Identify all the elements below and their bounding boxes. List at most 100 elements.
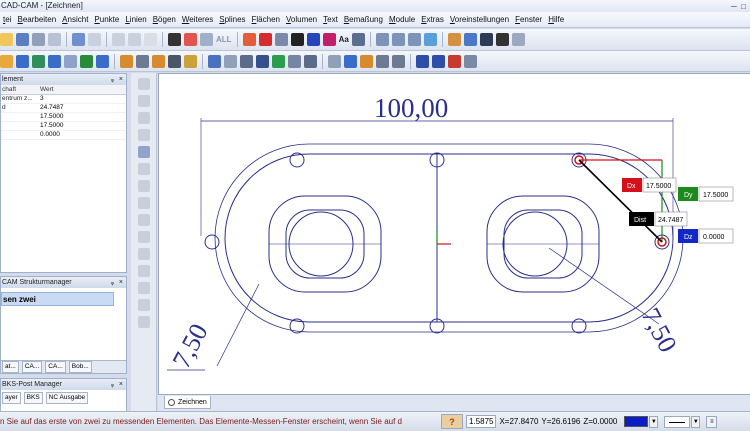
property-value[interactable]: 24.7487 [39,103,126,113]
box-icon[interactable] [120,54,133,68]
all-button[interactable]: ALL [216,35,232,44]
volume-icon[interactable] [16,54,29,68]
menu-item-9[interactable]: Volumen [283,12,320,28]
pin-icon[interactable]: ᵩ [111,277,114,288]
property-row[interactable]: d 24.7487 [1,103,126,113]
chevron-down-icon[interactable]: ▼ [649,415,659,428]
menu-item-0[interactable]: tei [0,12,14,28]
color-swatch[interactable] [624,416,649,427]
menu-item-10[interactable]: Text [320,12,341,28]
drawing-canvas[interactable]: 100,00 7,50 7,50 Dx 17.5000 Dy 17.5000 D… [158,73,750,394]
shell-icon[interactable] [136,54,149,68]
solid-icon[interactable] [0,54,13,68]
copy-icon[interactable] [128,33,141,46]
zoom-icon[interactable] [447,33,461,46]
spline-icon[interactable] [322,33,336,46]
menu-item-1[interactable]: Bearbeiten [14,12,59,28]
open-folder-icon[interactable] [0,33,13,46]
simulate-icon[interactable] [416,54,429,68]
post-tab-0[interactable]: ayer [2,392,21,404]
tool-fillet-icon[interactable] [137,231,150,243]
line-style-select[interactable] [664,415,691,428]
paste-icon[interactable] [144,33,157,46]
select-arrow-icon[interactable] [168,33,181,46]
sweep-icon[interactable] [80,54,93,68]
tool-arc-icon[interactable] [137,112,150,124]
undo-icon[interactable] [72,33,85,46]
text-button[interactable]: Aa [339,35,349,44]
engrave-icon[interactable] [288,54,301,68]
menu-item-14[interactable]: Voreinstellungen [447,12,512,28]
structure-selected-item[interactable]: sen zwei [1,292,114,306]
distribute-icon[interactable] [391,33,405,46]
menu-item-5[interactable]: Bögen [150,12,179,28]
help-icon[interactable]: ? [441,414,463,429]
close-icon[interactable]: × [119,379,123,390]
post-tab-1[interactable]: BKS [23,392,43,404]
cut-icon[interactable] [112,33,125,46]
facing-icon[interactable] [304,54,317,68]
cylinder-icon[interactable] [48,54,61,68]
tool-move-icon[interactable] [137,282,150,294]
post-icon[interactable] [432,54,445,68]
close-icon[interactable]: × [119,277,123,288]
print-preview-icon[interactable] [48,33,61,46]
print-icon[interactable] [32,33,45,46]
mirror-icon[interactable] [407,33,421,46]
tool-point-icon[interactable] [137,78,150,90]
attribute-icon[interactable] [242,33,256,46]
tool-join-icon[interactable] [137,265,150,277]
drill-icon[interactable] [272,54,285,68]
tool-extend-icon[interactable] [137,197,150,209]
circle-icon[interactable] [290,33,304,46]
property-row[interactable]: 17.5000 [1,121,126,131]
close-icon[interactable]: × [119,74,123,85]
menu-item-7[interactable]: Splines [216,12,248,28]
chamfer-icon[interactable] [152,54,165,68]
property-value[interactable]: 3 [39,94,126,104]
structure-tab-3[interactable]: Bob... [68,361,92,373]
tool-measure-icon[interactable] [137,146,150,158]
menu-item-4[interactable]: Linien [122,12,149,28]
structure-tab-0[interactable]: at... [2,361,19,373]
menu-item-2[interactable]: Ansicht [59,12,91,28]
tool-chamfer-icon[interactable] [137,248,150,260]
align-icon[interactable] [375,33,389,46]
menu-item-3[interactable]: Punkte [91,12,122,28]
chevron-down-icon[interactable]: ▼ [691,415,701,428]
layer-icon[interactable] [208,54,221,68]
pan-icon[interactable] [479,33,493,46]
structure-tab-1[interactable]: CA... [21,361,43,373]
boolean-icon[interactable] [184,54,197,68]
zoom-window-icon[interactable] [463,33,477,46]
menu-item-16[interactable]: Hilfe [545,12,567,28]
menu-item-6[interactable]: Weiteres [179,12,216,28]
snap-end-icon[interactable] [344,54,357,68]
pin-icon[interactable]: ᵩ [111,74,114,85]
snap-center-icon[interactable] [376,54,389,68]
point-icon[interactable] [184,33,197,46]
regenerate-icon[interactable] [495,33,509,46]
post-tab-2[interactable]: NC Ausgabe [45,392,89,404]
group-icon[interactable] [351,33,365,46]
tool-trim-icon[interactable] [137,180,150,192]
tab-zeichnen[interactable]: Zeichnen [164,396,211,409]
tool-circle-icon[interactable] [137,129,150,141]
redo-icon[interactable] [88,33,101,46]
contour-icon[interactable] [256,54,269,68]
status-value-field[interactable]: 1.5875 [466,415,497,428]
tool-offset-icon[interactable] [137,163,150,175]
revolve-icon[interactable] [96,54,109,68]
measure-icon[interactable] [423,33,437,46]
fillet-icon[interactable] [168,54,181,68]
cone-icon[interactable] [64,54,77,68]
line-type-icon[interactable] [274,33,288,46]
tool-rotate-icon[interactable] [137,299,150,311]
line-width-icon[interactable]: ≡ [706,415,718,428]
pocket-icon[interactable] [240,54,253,68]
property-row[interactable]: 0.0000 [1,130,126,140]
menu-item-11[interactable]: Bemaßung [341,12,386,28]
structure-tab-2[interactable]: CA... [45,361,66,373]
property-value[interactable]: 17.5000 [39,112,126,122]
tool-break-icon[interactable] [137,214,150,226]
